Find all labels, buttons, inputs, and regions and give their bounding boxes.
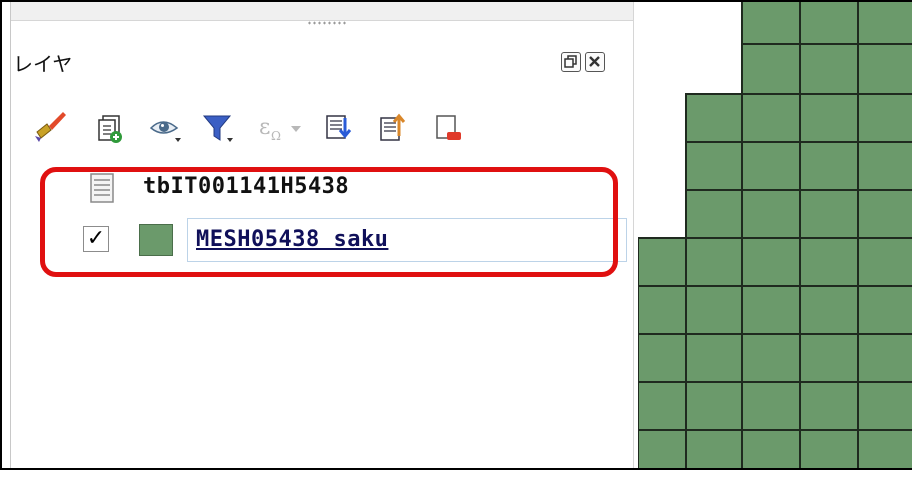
mesh-cell xyxy=(799,2,859,45)
screenshot-frame: レイヤ ε Ω tbIT001141H5438 ✓ MESH05438 saku xyxy=(0,0,912,470)
mesh-cell xyxy=(637,381,687,431)
mesh-cell xyxy=(685,333,743,383)
mesh-cell xyxy=(741,2,801,45)
mesh-cell xyxy=(741,285,801,335)
expression-dropdown-icon[interactable] xyxy=(287,106,307,148)
svg-text:ε: ε xyxy=(259,115,270,140)
mesh-cell xyxy=(685,93,743,143)
panel-title-bar: レイヤ xyxy=(11,42,633,78)
resize-grip-top[interactable] xyxy=(307,20,347,26)
mesh-cell xyxy=(637,285,687,335)
mesh-cell xyxy=(685,189,743,239)
style-manager-icon[interactable] xyxy=(31,106,71,148)
mesh-cell xyxy=(637,237,687,287)
mesh-cell xyxy=(799,141,859,191)
mesh-cell xyxy=(799,43,859,95)
expand-all-icon[interactable] xyxy=(321,106,361,148)
mesh-cell xyxy=(857,43,912,95)
mesh-cell xyxy=(799,381,859,431)
mesh-cell xyxy=(741,43,801,95)
float-icon[interactable] xyxy=(561,52,581,72)
remove-layer-icon[interactable] xyxy=(431,106,471,148)
mesh-cell xyxy=(857,93,912,143)
mesh-cell xyxy=(741,333,801,383)
mesh-cell xyxy=(685,237,743,287)
map-canvas[interactable] xyxy=(637,2,912,468)
mesh-cell xyxy=(741,237,801,287)
mesh-cell xyxy=(685,429,743,468)
close-icon[interactable] xyxy=(585,52,605,72)
mesh-cell xyxy=(685,141,743,191)
mesh-cell xyxy=(685,285,743,335)
layers-toolbar: ε Ω xyxy=(31,106,631,150)
mesh-cell xyxy=(799,285,859,335)
add-group-icon[interactable] xyxy=(93,106,133,148)
mesh-cell xyxy=(741,429,801,468)
mesh-cell xyxy=(799,429,859,468)
visibility-icon[interactable] xyxy=(147,106,187,148)
mesh-cell xyxy=(799,189,859,239)
mesh-cell xyxy=(857,429,912,468)
mesh-cell xyxy=(857,381,912,431)
mesh-cell xyxy=(741,93,801,143)
mesh-cell xyxy=(741,189,801,239)
mesh-cell xyxy=(637,333,687,383)
panel-title: レイヤ xyxy=(13,52,73,76)
svg-text:Ω: Ω xyxy=(271,129,281,143)
mesh-cell xyxy=(799,237,859,287)
panel-top-strip xyxy=(11,2,633,21)
mesh-cell xyxy=(741,381,801,431)
filter-legend-icon[interactable] xyxy=(199,106,239,148)
mesh-cell xyxy=(637,429,687,468)
mesh-cell xyxy=(857,189,912,239)
mesh-cell xyxy=(857,285,912,335)
mesh-cell xyxy=(799,333,859,383)
mesh-grid xyxy=(637,2,912,468)
mesh-cell xyxy=(857,141,912,191)
mesh-cell xyxy=(857,333,912,383)
highlight-annotation xyxy=(40,167,618,277)
mesh-cell xyxy=(857,237,912,287)
mesh-cell xyxy=(799,93,859,143)
collapse-all-icon[interactable] xyxy=(375,106,415,148)
mesh-cell xyxy=(857,2,912,45)
mesh-cell xyxy=(741,141,801,191)
mesh-cell xyxy=(685,381,743,431)
